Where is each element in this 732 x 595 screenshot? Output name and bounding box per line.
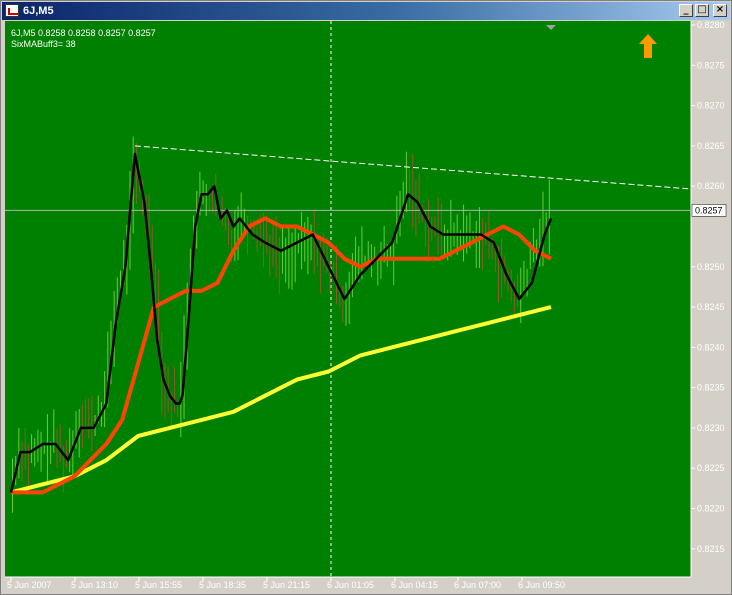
time-tick-label: 5 Jun 21:15	[263, 580, 310, 590]
time-tick-label: 5 Jun 2007	[7, 580, 52, 590]
price-tick-label: 0.8275	[697, 60, 725, 70]
time-tick-label: 6 Jun 01:05	[327, 580, 374, 590]
time-tick-label: 6 Jun 04:15	[391, 580, 438, 590]
current-price-tag: 0.8257	[691, 204, 727, 217]
price-tick-label: 0.8220	[697, 504, 725, 514]
time-tick-label: 6 Jun 09:50	[518, 580, 565, 590]
plot-area[interactable]	[5, 21, 691, 577]
price-tick-label: 0.8240	[697, 342, 725, 352]
chart-header-ohlc: 6J,M5 0.8258 0.8258 0.8257 0.8257	[11, 28, 156, 38]
price-tick-label: 0.8250	[697, 262, 725, 272]
window-title: 6J,M5	[23, 5, 54, 17]
title-bar[interactable]: 6J,M5 _ □ ×	[2, 2, 730, 20]
price-tick-label: 0.8245	[697, 302, 725, 312]
minimize-button[interactable]: _	[679, 4, 693, 17]
price-tick-label: 0.8215	[697, 544, 725, 554]
restore-button[interactable]: □	[695, 4, 709, 17]
time-tick-label: 6 Jun 07:00	[454, 580, 501, 590]
time-tick-label: 5 Jun 18:35	[199, 580, 246, 590]
price-tick-label: 0.8260	[697, 181, 725, 191]
time-tick-label: 5 Jun 15:55	[135, 580, 182, 590]
price-axis: 0.8280 0.8275 0.8270 0.8265 0.8260 0.8250 0.82…	[691, 21, 725, 554]
price-tick-label: 0.8225	[697, 463, 725, 473]
time-tick-label: 5 Jun 13:10	[71, 580, 118, 590]
indicator-label: SixMABuff3= 38	[11, 39, 76, 49]
current-price-tag-label: 0.8257	[695, 205, 723, 215]
chart-window: 6J,M5 _ □ × 0.8280 0.8275 0.8270 0.8265 0.82…	[0, 0, 732, 595]
chart-window-icon	[5, 4, 19, 17]
price-tick-label: 0.8235	[697, 383, 725, 393]
close-button[interactable]: ×	[713, 4, 727, 17]
price-tick-label: 0.8270	[697, 101, 725, 111]
time-axis: 5 Jun 2007 5 Jun 13:10 5 Jun 15:55 5 Jun 18…	[7, 577, 565, 590]
price-chart[interactable]: 0.8280 0.8275 0.8270 0.8265 0.8260 0.8250 0.82…	[5, 21, 729, 592]
price-tick-label: 0.8280	[697, 21, 725, 30]
price-tick-label: 0.8265	[697, 141, 725, 151]
price-tick-label: 0.8230	[697, 423, 725, 433]
